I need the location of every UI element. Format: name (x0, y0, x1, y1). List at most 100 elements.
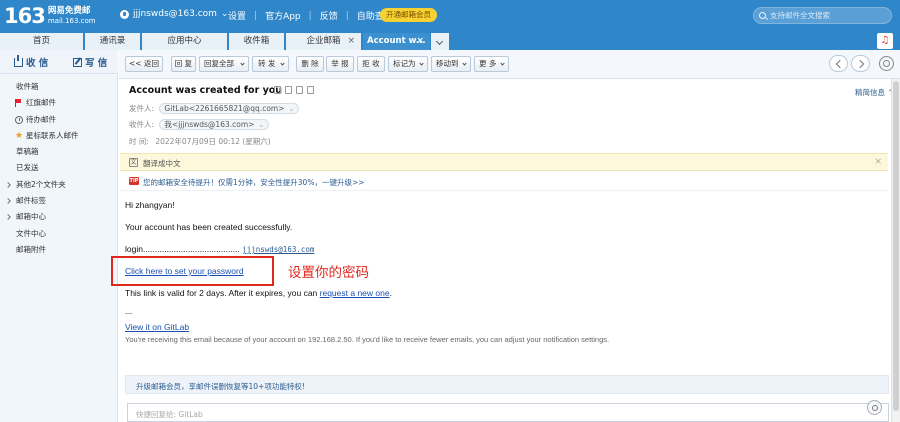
next-message-button[interactable] (851, 55, 870, 72)
sidebar-item-labels[interactable]: 邮件标签 (0, 193, 118, 209)
tab-home[interactable]: 首页 (0, 33, 84, 50)
app-link[interactable]: 官方App (265, 9, 301, 22)
sidebar-item-label: 邮箱中心 (16, 212, 46, 222)
quick-reply-placeholder: 快捷回复给: GitLab (136, 410, 203, 419)
security-upgrade-link[interactable]: 您的邮箱安全待提升！仅需1分钟，安全性提升30%，一键升级>> (143, 177, 365, 188)
zoom-icon[interactable] (867, 400, 882, 415)
recipient-pill[interactable]: 我<jjjnswds@163.com> ⌄ (159, 119, 270, 130)
view-on-gitlab-link[interactable]: View it on GitLab (125, 322, 189, 332)
tab-label: 企业邮箱 (306, 36, 341, 46)
translate-link[interactable]: 翻译成中文 (143, 158, 181, 169)
quick-reply-input[interactable]: 快捷回复给: GitLab (127, 403, 889, 422)
close-icon[interactable]: × (416, 33, 424, 50)
music-icon[interactable]: ♫ (877, 33, 893, 49)
sidebar-item-label: 红旗邮件 (26, 98, 56, 108)
feedback-link[interactable]: 反馈 (320, 9, 338, 22)
sidebar-item-todo[interactable]: 待办邮件 (0, 112, 118, 128)
reply-all-button[interactable]: 回复全部 (199, 56, 249, 72)
tab-inbox[interactable]: 收件箱 (229, 33, 285, 50)
tab-label: 首页 (32, 36, 50, 46)
chevron-right-icon (5, 181, 11, 188)
time-label: 时 间: (129, 137, 149, 146)
clock-icon[interactable] (296, 86, 303, 94)
gear-icon[interactable] (879, 56, 894, 71)
sidebar-item-label: 草稿箱 (16, 147, 39, 157)
sidebar-item-inbox[interactable]: 收件箱 (0, 79, 118, 95)
user-account-menu[interactable]: jjjnswds@163.com ⌄ (120, 9, 228, 19)
tabs-more-dropdown[interactable] (431, 33, 449, 50)
to-row: 收件人: 我<jjjnswds@163.com> ⌄ (129, 119, 270, 130)
mark-as-button[interactable]: 标记为 (388, 56, 428, 72)
sidebar-item-flagged[interactable]: 红旗邮件 (0, 95, 118, 111)
forward-label: 转 发 (258, 59, 276, 68)
subject-actions (274, 86, 314, 94)
clock-icon (15, 115, 23, 124)
time-value: 2022年07月09日 00:12 (星期六) (155, 137, 271, 146)
sidebar-item-label: 待办邮件 (26, 114, 56, 124)
upgrade-link[interactable]: 升级邮箱会员，享邮件误删恢复等10+项功能特权! (136, 381, 305, 392)
reply-button[interactable]: 回 复 (171, 56, 196, 72)
flag-outline-icon[interactable] (285, 86, 292, 94)
reject-button[interactable]: 拒 收 (357, 56, 385, 72)
sender-pill[interactable]: GitLab<2261665821@qq.com> ⌄ (159, 103, 300, 114)
delete-button[interactable]: 删 除 (296, 56, 324, 72)
sidebar-item-attachments[interactable]: 邮箱附件 (0, 242, 118, 258)
sidebar-item-mail-center[interactable]: 邮箱中心 (0, 209, 118, 225)
time-row: 时 间: 2022年07月09日 00:12 (星期六) (129, 136, 271, 147)
vip-button[interactable]: 开通邮箱会员 (380, 8, 437, 22)
write-button[interactable]: 写 信 (73, 55, 107, 69)
to-label: 收件人: (129, 120, 155, 129)
close-icon[interactable]: × (347, 33, 355, 50)
move-to-button[interactable]: 移动到 (431, 56, 471, 72)
more-button[interactable]: 更 多 (474, 56, 509, 72)
sidebar-item-label: 邮箱附件 (16, 244, 46, 254)
sidebar-item-sent[interactable]: 已发送 (0, 160, 118, 176)
from-label: 发件人: (129, 104, 155, 113)
request-new-link[interactable]: request a new one (320, 288, 390, 298)
tab-contacts[interactable]: 通讯录 (85, 33, 141, 50)
tab-bar: 首页 通讯录 应用中心 收件箱 企业邮箱 × Account w... × (0, 32, 900, 50)
receive-button[interactable]: 收 信 (14, 54, 48, 69)
brief-info-toggle[interactable]: 精简信息 ⌃ (855, 87, 894, 98)
recipient-address: 我<jjjnswds@163.com> (164, 120, 255, 129)
login-email-link[interactable]: jjjnswds@163.com (242, 245, 314, 254)
sidebar-item-starred[interactable]: ★ 星标联系人邮件 (0, 128, 118, 144)
tab-enterprise-mail[interactable]: 企业邮箱 × (286, 33, 362, 50)
mail-logo[interactable]: 163 网易免费邮 mail.163.com (4, 3, 96, 29)
settings-link[interactable]: 设置 (228, 9, 246, 22)
logo-text: 网易免费邮 mail.163.com (48, 6, 96, 26)
chevron-down-icon (462, 61, 467, 66)
message-toolbar: << 返回 回 复 回复全部 转 发 删 除 举 报 拒 收 标记为 移动到 更… (119, 50, 900, 79)
chevron-down-icon (240, 61, 245, 66)
previous-message-button[interactable] (829, 55, 848, 72)
receive-icon (14, 54, 23, 67)
bookmark-icon[interactable] (274, 86, 281, 94)
back-button[interactable]: << 返回 (125, 56, 163, 72)
search-input[interactable]: 支持邮件全文搜索 (753, 7, 892, 24)
tab-account-created[interactable]: Account w... × (363, 33, 431, 50)
close-icon[interactable]: × (874, 157, 882, 167)
valid-line: This link is valid for 2 days. After it … (125, 288, 392, 298)
chevron-down-icon: ⌄ (288, 105, 295, 113)
tab-app-center[interactable]: 应用中心 (142, 33, 228, 50)
set-password-link[interactable]: Click here to set your password (125, 266, 244, 276)
chevron-down-icon: ⌄ (258, 121, 265, 129)
sidebar-item-drafts[interactable]: 草稿箱 (0, 144, 118, 160)
chevron-down-icon (500, 61, 505, 66)
sidebar-item-label: 收件箱 (16, 82, 39, 91)
reply-all-label: 回复全部 (204, 59, 234, 68)
security-notice: TIP 您的邮箱安全待提升！仅需1分钟，安全性提升30%，一键升级>> (120, 172, 888, 191)
signature-separator: — (125, 308, 133, 317)
greeting-text: Hi zhangyan! (125, 200, 175, 210)
scrollbar-thumb[interactable] (893, 81, 899, 411)
forward-button[interactable]: 转 发 (252, 56, 289, 72)
report-button[interactable]: 举 报 (326, 56, 354, 72)
print-icon[interactable] (307, 86, 314, 94)
sidebar-item-other-folders[interactable]: 其他2个文件夹 (0, 177, 118, 193)
logo-line1: 网易免费邮 (47, 6, 91, 16)
vertical-scrollbar[interactable] (891, 79, 900, 422)
more-label: 更 多 (479, 59, 497, 68)
sidebar-item-file-center[interactable]: 文件中心 (0, 226, 118, 242)
top-bar: 163 网易免费邮 mail.163.com jjjnswds@163.com … (0, 0, 900, 32)
sidebar: 收 信 写 信 收件箱 红旗邮件 待办邮件 ★ 星标联系人邮件 草稿箱 已发送 其… (0, 50, 118, 422)
